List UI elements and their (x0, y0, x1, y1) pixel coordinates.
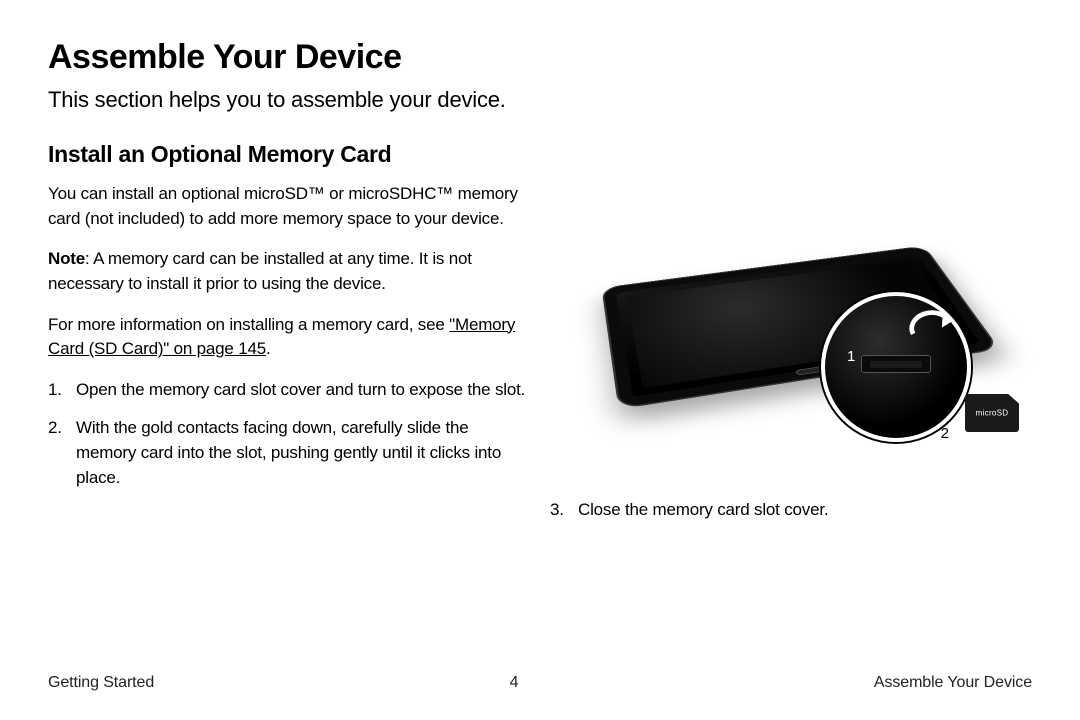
steps-list-left: Open the memory card slot cover and turn… (48, 378, 526, 491)
footer-left: Getting Started (48, 674, 154, 692)
right-column: 1 microSD 2 Close the memory card slot c… (550, 182, 1032, 537)
page-footer: Getting Started 4 Assemble Your Device (48, 674, 1032, 692)
steps-list-right: Close the memory card slot cover. (550, 498, 1032, 523)
callout-2: 2 (941, 425, 949, 442)
left-column: You can install an optional microSD™ or … (48, 182, 526, 537)
paragraph-note: Note: A memory card can be installed at … (48, 247, 526, 296)
step-3: Close the memory card slot cover. (550, 498, 1032, 523)
note-label: Note (48, 249, 85, 268)
footer-page-number: 4 (510, 674, 519, 692)
intro-text: This section helps you to assemble your … (48, 87, 1032, 113)
footer-right: Assemble Your Device (874, 674, 1032, 692)
zoom-circle: 1 (821, 292, 971, 442)
content-columns: You can install an optional microSD™ or … (48, 182, 1032, 537)
ref-pre: For more information on installing a mem… (48, 315, 449, 334)
page-title: Assemble Your Device (48, 38, 1032, 77)
section-title: Install an Optional Memory Card (48, 141, 1032, 168)
paragraph-description: You can install an optional microSD™ or … (48, 182, 526, 231)
callout-1: 1 (847, 348, 855, 365)
card-slot-graphic (861, 355, 931, 373)
note-text: : A memory card can be installed at any … (48, 249, 472, 293)
step-2: With the gold contacts facing down, care… (48, 416, 526, 490)
step-1: Open the memory card slot cover and turn… (48, 378, 526, 403)
paragraph-reference: For more information on installing a mem… (48, 313, 526, 362)
microsd-card-graphic: microSD (965, 394, 1019, 432)
microsd-label: microSD (976, 409, 1009, 418)
rotate-arrow-icon (906, 304, 957, 340)
device-illustration: 1 microSD 2 (581, 182, 1001, 472)
ref-post: . (266, 339, 271, 358)
